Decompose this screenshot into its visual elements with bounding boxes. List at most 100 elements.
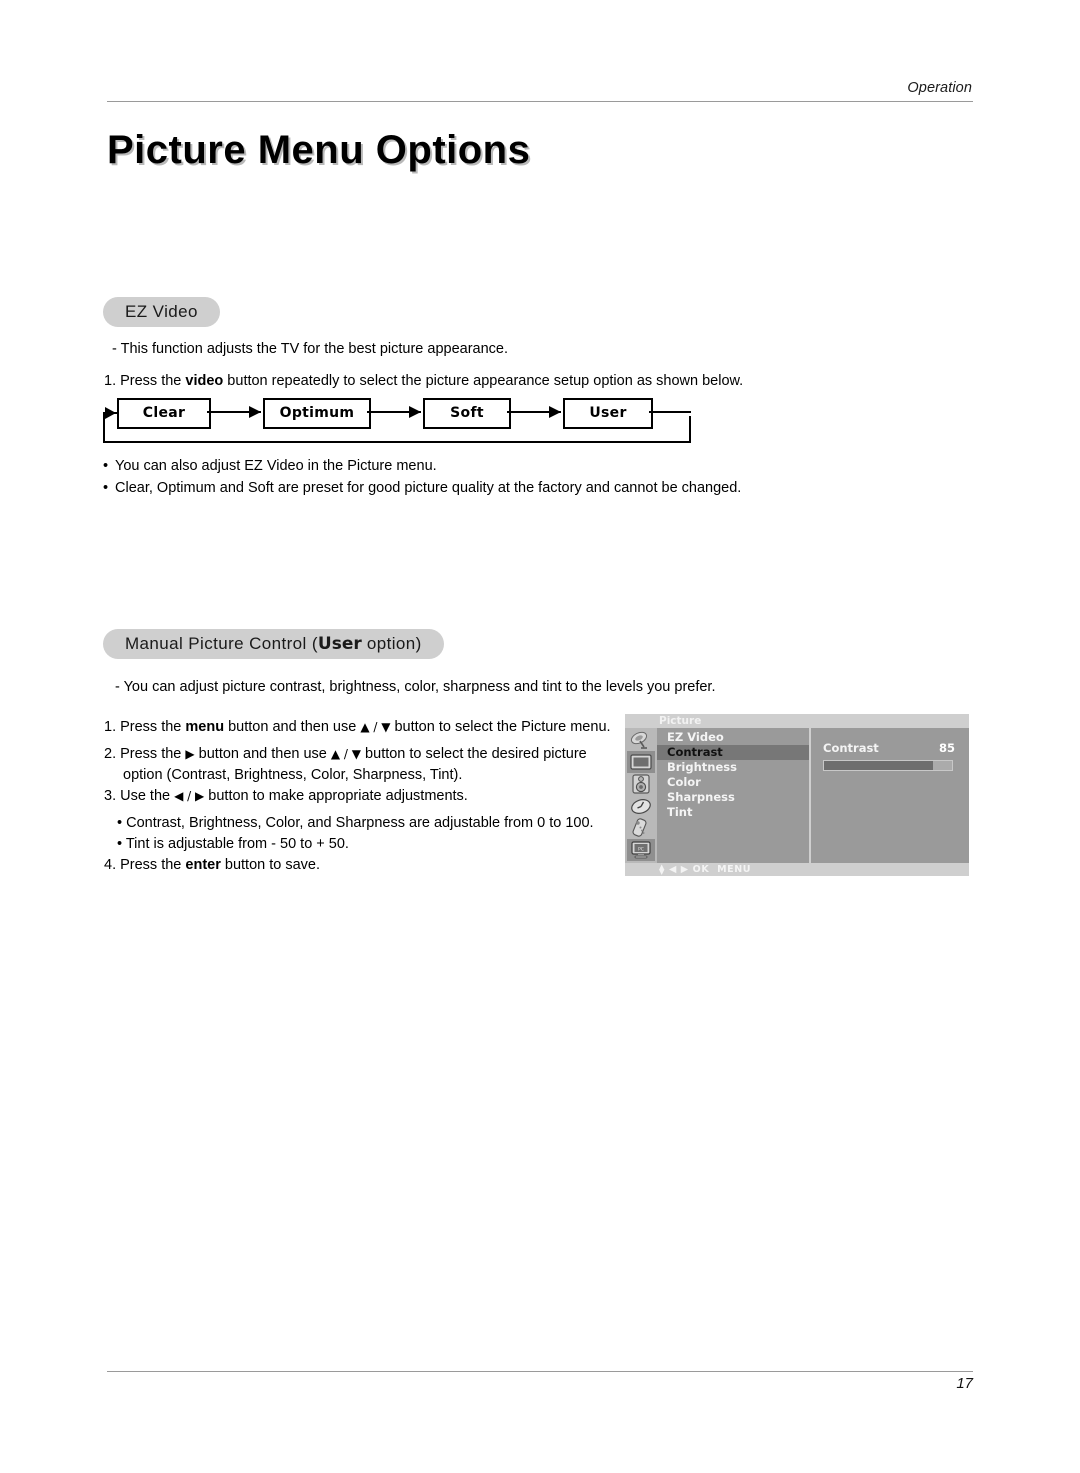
step1-bold-menu: menu: [185, 719, 225, 735]
option-brightness: Brightness: [234, 767, 303, 783]
ez-video-flow-diagram: Clear Optimum Soft User: [103, 398, 693, 444]
manual-heading-bold: User: [317, 634, 362, 654]
flow-loop-return-stem: [649, 410, 691, 413]
bullet1-seg0: You can also adjust: [115, 458, 245, 474]
clock-timer-icon[interactable]: [627, 795, 655, 817]
satellite-dish-glyph: [630, 731, 648, 749]
flow-entry-arrowhead-icon: [105, 407, 116, 419]
up-down-arrows-icon: ▲ / ▼: [360, 720, 391, 734]
osd-menu-item-brightness[interactable]: Brightness: [657, 760, 809, 775]
osd-footer-hints: ▲ ▼ ◀ ▶ OK MENU: [659, 863, 751, 876]
sub-bullet-2: • Tint is adjustable from - 50 to + 50.: [117, 836, 349, 852]
pc-monitor-glyph: PC: [631, 841, 651, 859]
pc-monitor-icon[interactable]: PC: [627, 839, 655, 861]
up-down-arrows-icon: ▲ / ▼: [330, 747, 362, 761]
bullet2-seg2: Optimum: [156, 480, 216, 496]
osd-menu-item-tint[interactable]: Tint: [657, 805, 809, 820]
option-contrast: Contrast: [171, 767, 227, 783]
right-arrow-icon: ▶: [185, 747, 195, 761]
left-right-arrows-icon: ◀ ▶: [668, 864, 689, 875]
remote-control-icon[interactable]: [627, 817, 655, 839]
step1-mid1: button and then use: [224, 719, 361, 735]
osd-menu-hint[interactable]: MENU: [717, 864, 751, 875]
manual-heading-post: option): [361, 634, 422, 653]
bullet2-seg3: and: [215, 480, 248, 496]
flow-box-soft: Soft: [423, 398, 511, 429]
manual-step-2: 2. Press the ▶ button and then use ▲ / ▼…: [104, 744, 634, 786]
osd-menu-item-contrast[interactable]: Contrast: [657, 745, 809, 760]
osd-footer-bar: ▲ ▼ ◀ ▶ OK MENU: [625, 863, 969, 876]
page-number: 17: [956, 1375, 973, 1392]
remote-control-glyph: [632, 818, 647, 837]
flow-arrowhead-3-icon: [549, 405, 561, 418]
osd-ok-hint[interactable]: OK: [693, 864, 710, 875]
clock-timer-glyph: [631, 798, 651, 814]
speaker-glyph: [632, 774, 650, 794]
page-title: Picture Menu Options: [107, 128, 531, 172]
step2-line2-post: ).: [453, 767, 463, 783]
flow-loop-bottom-segment: [103, 441, 691, 443]
step4-pre: 4. Press the: [104, 857, 186, 873]
bullet2-seg0: Clear: [115, 480, 149, 496]
step4-post: button to save.: [220, 857, 321, 873]
osd-menu-item-color[interactable]: Color: [657, 775, 809, 790]
ez-video-bullet-2: • Clear, Optimum and Soft are preset for …: [103, 477, 741, 499]
bullet1-seg4: menu.: [392, 458, 437, 474]
bullet2-seg1: ,: [148, 480, 157, 496]
tv-screen-glyph: [630, 754, 652, 770]
step3-pre: 3. Use the: [104, 788, 175, 804]
svg-text:PC: PC: [638, 847, 644, 853]
ez-video-description: - This function adjusts the TV for the b…: [112, 341, 509, 357]
ez-video-bullet-list: • You can also adjust EZ Video in the Pic…: [103, 455, 741, 499]
flow-arrowhead-1-icon: [249, 405, 261, 418]
bullet1-seg3: Picture: [347, 458, 393, 474]
step2-line2: option (Contrast, Brightness, Color, Sha…: [123, 767, 463, 783]
bullet1-seg2: in the: [303, 458, 348, 474]
manual-step-3: 3. Use the ◀ / ▶ button to make appropri…: [104, 786, 468, 807]
manual-picture-description: - You can adjust picture contrast, brigh…: [115, 679, 716, 695]
step2-mid1: button and then use: [194, 746, 331, 762]
ez-step1-pre: 1. Press the: [104, 373, 186, 389]
option-color: Color: [310, 767, 345, 783]
sub-bullet-1: • Contrast, Brightness, Color, and Sharp…: [117, 815, 594, 831]
osd-menu-item-ez-video[interactable]: EZ Video: [657, 730, 809, 745]
osd-detail-label: Contrast: [823, 741, 879, 755]
tv-screen-icon[interactable]: [627, 751, 655, 773]
step2-mid2: button to select the desired picture: [361, 746, 587, 762]
osd-detail-pane: Contrast 85: [811, 728, 969, 863]
osd-contrast-slider-fill: [824, 761, 933, 770]
satellite-dish-icon[interactable]: [627, 729, 655, 751]
section-heading-manual-picture-control: Manual Picture Control (User option): [103, 629, 444, 659]
header-divider: [107, 101, 973, 102]
ez-video-bullet-1: • You can also adjust EZ Video in the Pic…: [103, 455, 741, 477]
ez-step1-post: button repeatedly to select the picture …: [223, 373, 744, 389]
step1-mid2: button to select the: [390, 719, 522, 735]
step1-bold-picture: Picture: [521, 719, 567, 735]
up-down-arrows-icon: ▲ ▼: [659, 862, 665, 876]
step1-pre: 1. Press the: [104, 719, 186, 735]
flow-arrowhead-2-icon: [409, 405, 421, 418]
flow-box-user: User: [563, 398, 653, 429]
tv-osd-screenshot: Picture PC EZ Video Contrast Brightness …: [625, 714, 969, 876]
step1-post: menu.: [566, 719, 611, 735]
bullet1-seg1: EZ Video: [244, 458, 304, 474]
footer-divider: [107, 1371, 973, 1372]
step2-line2-pre: option (: [123, 767, 172, 783]
flow-loop-right-segment: [689, 416, 691, 443]
manual-heading-pre: Manual Picture Control (: [125, 634, 318, 653]
osd-menu-list: EZ Video Contrast Brightness Color Sharp…: [657, 728, 809, 863]
running-head-section: Operation: [907, 80, 972, 96]
step4-bold-enter: enter: [185, 857, 221, 873]
section-heading-ez-video: EZ Video: [103, 297, 220, 327]
osd-menu-title: Picture: [659, 715, 702, 727]
step3-post: button to make appropriate adjustments.: [204, 788, 468, 804]
osd-contrast-slider[interactable]: [823, 760, 953, 771]
option-sharpness: Sharpness: [352, 767, 423, 783]
speaker-icon[interactable]: [627, 773, 655, 795]
manual-step-4: 4. Press the enter button to save.: [104, 855, 320, 876]
bullet2-seg5: are preset for good picture quality at t…: [273, 480, 742, 496]
ez-video-step-1: 1. Press the video button repeatedly to …: [104, 370, 743, 392]
bullet2-seg4: Soft: [248, 480, 274, 496]
osd-menu-item-sharpness[interactable]: Sharpness: [657, 790, 809, 805]
flow-box-clear: Clear: [117, 398, 211, 429]
